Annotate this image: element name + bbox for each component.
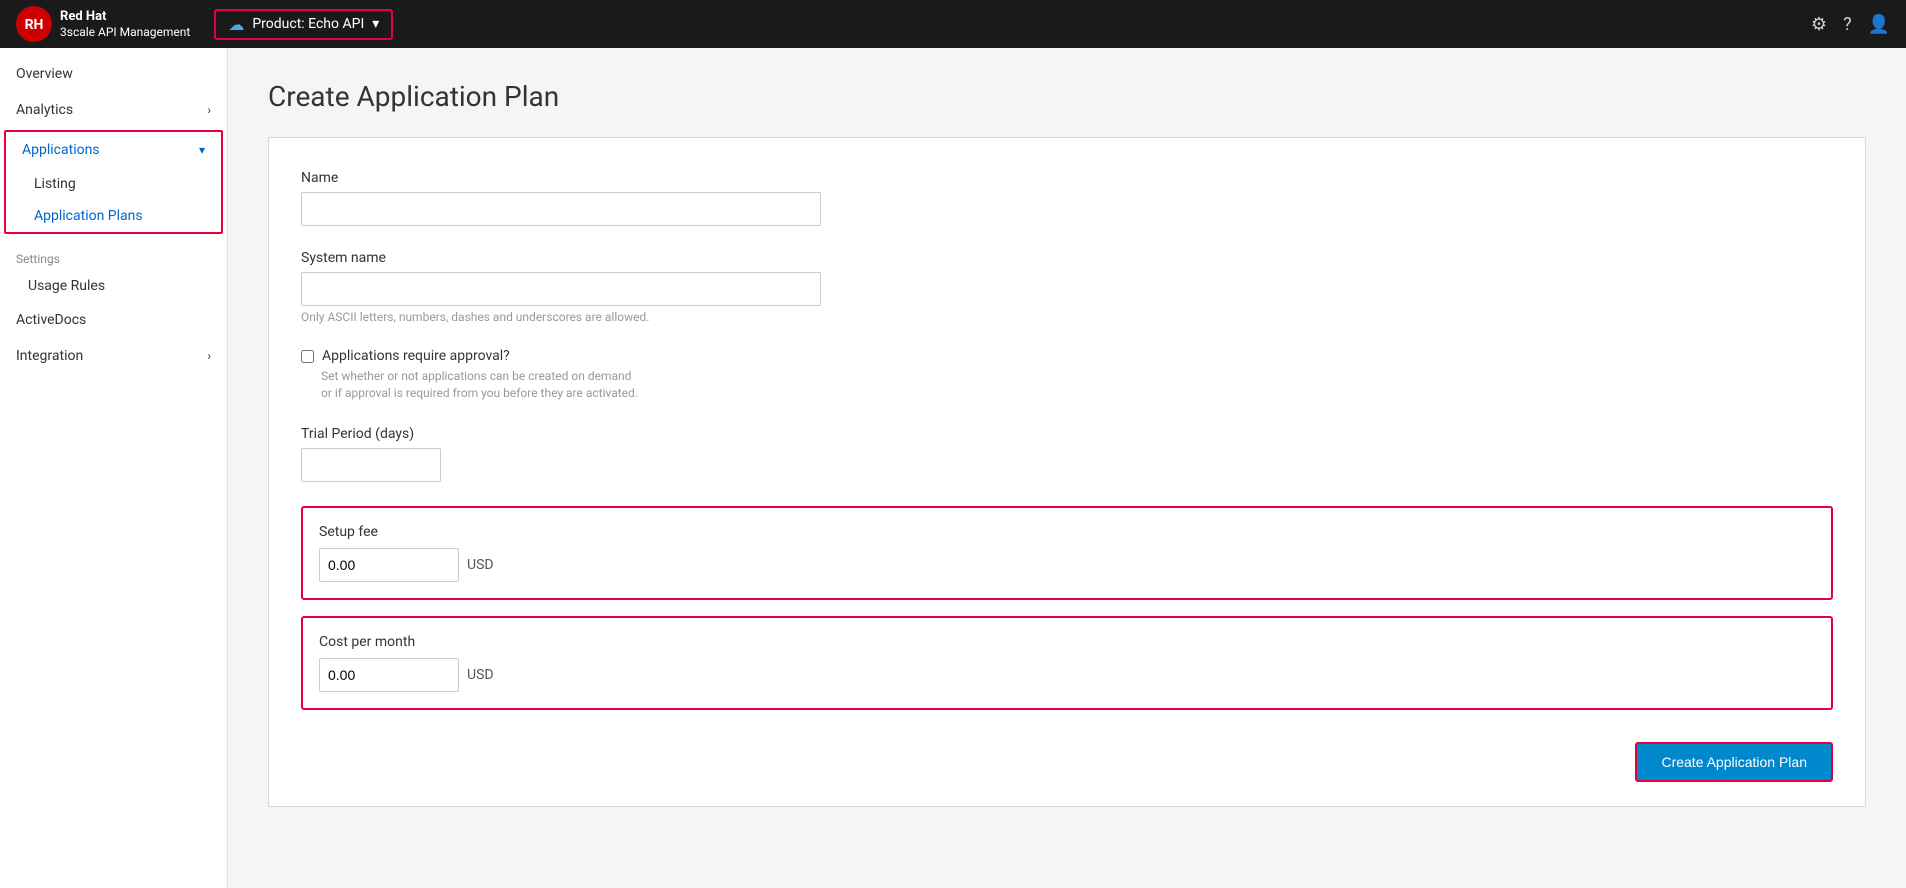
settings-section-label: Settings <box>0 236 227 270</box>
cost-per-month-section: Cost per month USD <box>301 616 1833 710</box>
analytics-chevron-icon: › <box>207 103 211 117</box>
sidebar-item-integration[interactable]: Integration › <box>0 338 227 374</box>
user-icon[interactable]: 👤 <box>1868 14 1890 35</box>
cost-per-month-row: USD <box>319 658 1815 692</box>
approval-hint: Set whether or not applications can be c… <box>321 368 1833 402</box>
sidebar-item-analytics[interactable]: Analytics › <box>0 92 227 128</box>
header-left: RH Red Hat 3scale API Management ☁ Produ… <box>16 6 393 42</box>
system-name-group: System name Only ASCII letters, numbers,… <box>301 250 1833 324</box>
cost-per-month-currency: USD <box>467 667 494 683</box>
sidebar-item-usage-rules[interactable]: Usage Rules <box>0 270 227 302</box>
sidebar-item-activedocs[interactable]: ActiveDocs <box>0 302 227 338</box>
name-group: Name <box>301 170 1833 226</box>
main-content: Create Application Plan Name System name… <box>228 48 1906 888</box>
product-cloud-icon: ☁ <box>228 15 244 34</box>
system-name-hint: Only ASCII letters, numbers, dashes and … <box>301 310 1833 324</box>
product-selector[interactable]: ☁ Product: Echo API ▾ <box>214 9 393 40</box>
sidebar-item-overview[interactable]: Overview <box>0 56 227 92</box>
name-input[interactable] <box>301 192 821 226</box>
help-icon[interactable]: ? <box>1843 14 1852 35</box>
sidebar-sub-item-listing[interactable]: Listing <box>6 168 221 200</box>
applications-chevron-icon: ▾ <box>199 143 205 157</box>
product-name: Product: Echo API <box>252 16 364 32</box>
product-chevron-icon: ▾ <box>372 16 379 32</box>
header-right: ⚙ ? 👤 <box>1811 14 1890 35</box>
logo: RH Red Hat 3scale API Management <box>16 6 190 42</box>
sidebar-item-applications[interactable]: Applications ▾ <box>6 132 221 168</box>
app-header: RH Red Hat 3scale API Management ☁ Produ… <box>0 0 1906 48</box>
redhat-logo-icon: RH <box>16 6 52 42</box>
cost-per-month-label: Cost per month <box>319 634 1815 650</box>
setup-fee-input[interactable] <box>319 548 459 582</box>
name-label: Name <box>301 170 1833 186</box>
form-card: Name System name Only ASCII letters, num… <box>268 137 1866 807</box>
cost-per-month-input[interactable] <box>319 658 459 692</box>
page-layout: Overview Analytics › Applications ▾ List… <box>0 48 1906 888</box>
form-footer: Create Application Plan <box>1635 742 1833 782</box>
page-title: Create Application Plan <box>268 80 1866 113</box>
setup-fee-row: USD <box>319 548 1815 582</box>
trial-period-label: Trial Period (days) <box>301 426 1833 442</box>
settings-icon[interactable]: ⚙ <box>1811 14 1827 35</box>
svg-text:RH: RH <box>25 17 44 33</box>
approval-label[interactable]: Applications require approval? <box>301 348 1833 364</box>
approval-group: Applications require approval? Set wheth… <box>301 348 1833 402</box>
setup-fee-currency: USD <box>467 557 494 573</box>
setup-fee-label: Setup fee <box>319 524 1815 540</box>
system-name-label: System name <box>301 250 1833 266</box>
create-application-plan-button[interactable]: Create Application Plan <box>1635 742 1833 782</box>
system-name-input[interactable] <box>301 272 821 306</box>
setup-fee-section: Setup fee USD <box>301 506 1833 600</box>
trial-period-input[interactable] <box>301 448 441 482</box>
sidebar-sub-item-application-plans[interactable]: Application Plans <box>6 200 221 232</box>
sidebar: Overview Analytics › Applications ▾ List… <box>0 48 228 888</box>
integration-chevron-icon: › <box>207 349 211 363</box>
trial-period-group: Trial Period (days) <box>301 426 1833 482</box>
logo-text: Red Hat 3scale API Management <box>60 9 190 39</box>
approval-checkbox[interactable] <box>301 350 314 363</box>
